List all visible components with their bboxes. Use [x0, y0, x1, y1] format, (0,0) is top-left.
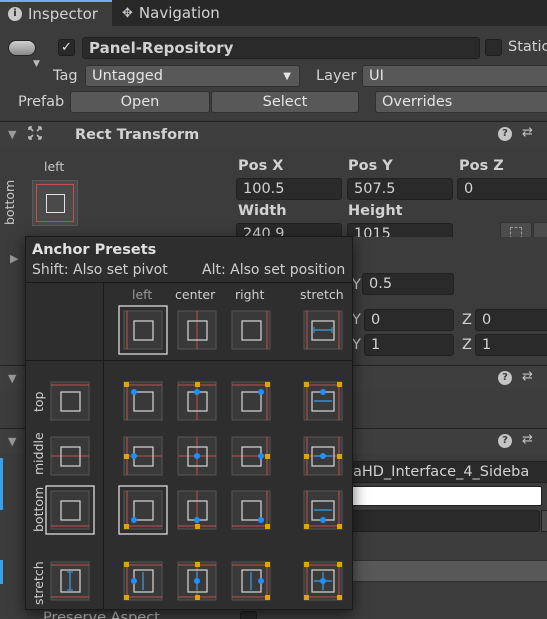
chevron-down-icon: ▼	[283, 70, 291, 82]
preset-bottom-center	[177, 490, 217, 530]
dropdown-arrow-icon[interactable]: ▼	[33, 59, 40, 69]
prefab-label: Prefab	[18, 94, 65, 110]
static-label: Static	[508, 39, 547, 55]
preset-middle-stretch	[303, 436, 343, 476]
collapse-triangle-icon[interactable]: ▼	[8, 128, 16, 141]
tab-inspector-label: Inspector	[28, 5, 98, 23]
collapse-triangle-icon[interactable]: ▼	[8, 372, 16, 385]
override-indicator	[0, 458, 3, 510]
anchor-v-label: bottom	[2, 179, 17, 225]
preset-middle-left	[123, 436, 163, 476]
pivot-y-field[interactable]: 0.5	[362, 273, 454, 295]
tab-navigation[interactable]: ✥ Navigation	[114, 0, 244, 26]
preset-stretch-none	[50, 561, 90, 601]
preset-none-stretch	[303, 310, 343, 350]
tag-dropdown[interactable]: Untagged ▼	[85, 65, 300, 87]
preset-top-right	[231, 381, 271, 421]
source-image-value: raHD_Interface_4_Sideba	[347, 464, 530, 480]
rect-transform-title: Rect Transform	[75, 126, 200, 143]
preset-top-none	[50, 381, 90, 421]
preset-middle-right	[231, 436, 271, 476]
prefab-select-button[interactable]: Select	[211, 91, 359, 113]
preset-bottom-right	[231, 490, 271, 530]
preset-bottom-none	[45, 485, 95, 535]
anchor-h-label: left	[44, 159, 65, 174]
scale-z-label: Z	[462, 337, 472, 353]
pos-z-field[interactable]: 0	[457, 178, 547, 200]
override-indicator-2	[0, 560, 3, 584]
rect-transform-header[interactable]: ▼ Rect Transform ? ⇄	[0, 121, 547, 147]
preset-bottom-stretch	[303, 490, 343, 530]
layer-dropdown[interactable]: UI	[362, 65, 547, 87]
material-field[interactable]	[340, 510, 540, 532]
static-checkbox[interactable]	[485, 39, 502, 56]
pos-x-field[interactable]: 100.5	[236, 178, 342, 200]
width-label: Width	[238, 203, 287, 219]
preset-middle-center	[177, 436, 217, 476]
preset-top-stretch	[303, 381, 343, 421]
pos-y-field[interactable]: 507.5	[347, 178, 453, 200]
preset-top-center	[177, 381, 217, 421]
rect-transform-icon	[28, 126, 42, 140]
preset-stretch-stretch	[303, 561, 343, 601]
preset-stretch-right	[231, 561, 271, 601]
tab-inspector[interactable]: i Inspector	[0, 0, 112, 26]
preset-bottom-left	[118, 485, 168, 535]
preset-none-left	[118, 305, 168, 355]
navigation-icon: ✥	[122, 5, 133, 21]
tab-bar: i Inspector ✥ Navigation	[0, 0, 547, 26]
preset-settings-icon[interactable]: ⇄	[522, 125, 533, 140]
tag-label: Tag	[53, 68, 78, 84]
prefab-open-button[interactable]: Open	[70, 91, 210, 113]
help-icon[interactable]: ?	[498, 371, 512, 385]
preset-stretch-left	[123, 561, 163, 601]
help-icon[interactable]: ?	[498, 127, 512, 141]
preset-stretch-center	[177, 561, 217, 601]
anchor-preset-grid[interactable]	[26, 237, 352, 609]
rotation-z-field[interactable]: 0	[475, 309, 547, 331]
collapse-triangle-icon[interactable]: ▼	[8, 435, 16, 448]
scale-y-field[interactable]: 1	[364, 334, 454, 356]
pos-x-label: Pos X	[238, 158, 284, 174]
rotation-z-label: Z	[462, 312, 472, 328]
preset-settings-icon[interactable]: ⇄	[522, 369, 533, 384]
preserve-aspect-label: Preserve Aspect	[43, 610, 160, 619]
material-picker-button[interactable]	[541, 510, 547, 532]
anchors-foldout-icon[interactable]: ▶	[10, 252, 18, 265]
source-image-field[interactable]: raHD_Interface_4_Sideba	[340, 461, 547, 483]
scale-y-label: Y	[352, 337, 361, 353]
preset-none-right	[231, 310, 271, 350]
tag-value: Untagged	[92, 68, 163, 84]
layer-label: Layer	[316, 68, 357, 84]
preset-top-left	[123, 381, 163, 421]
rotation-y-field[interactable]: 0	[364, 309, 454, 331]
prefab-overrides-label: Overrides	[382, 94, 453, 110]
tab-navigation-label: Navigation	[138, 4, 220, 22]
preset-none-center	[177, 310, 217, 350]
object-name-field[interactable]: Panel-Repository	[82, 37, 480, 59]
info-icon: i	[8, 7, 22, 21]
pos-y-label: Pos Y	[348, 158, 393, 174]
preserve-aspect-checkbox[interactable]	[240, 611, 257, 619]
y-label-pivot: Y	[352, 277, 361, 293]
rotation-y-label: Y	[352, 312, 361, 328]
anchor-preset-button[interactable]	[32, 180, 78, 226]
color-field[interactable]	[340, 486, 542, 506]
image-type-dropdown[interactable]	[340, 560, 547, 582]
scale-z-field[interactable]: 1	[475, 334, 547, 356]
active-checkbox[interactable]: ✓	[58, 39, 75, 56]
pos-z-label: Pos Z	[459, 158, 504, 174]
anchor-presets-popup: Anchor Presets Shift: Also set pivot Alt…	[25, 236, 353, 610]
preset-settings-icon[interactable]: ⇄	[522, 432, 533, 447]
prefab-overrides-dropdown[interactable]: Overrides	[375, 91, 547, 113]
help-icon[interactable]: ?	[498, 434, 512, 448]
preset-middle-none	[50, 436, 90, 476]
gameobject-icon[interactable]	[8, 40, 36, 56]
height-label: Height	[348, 203, 403, 219]
layer-value: UI	[369, 68, 384, 84]
